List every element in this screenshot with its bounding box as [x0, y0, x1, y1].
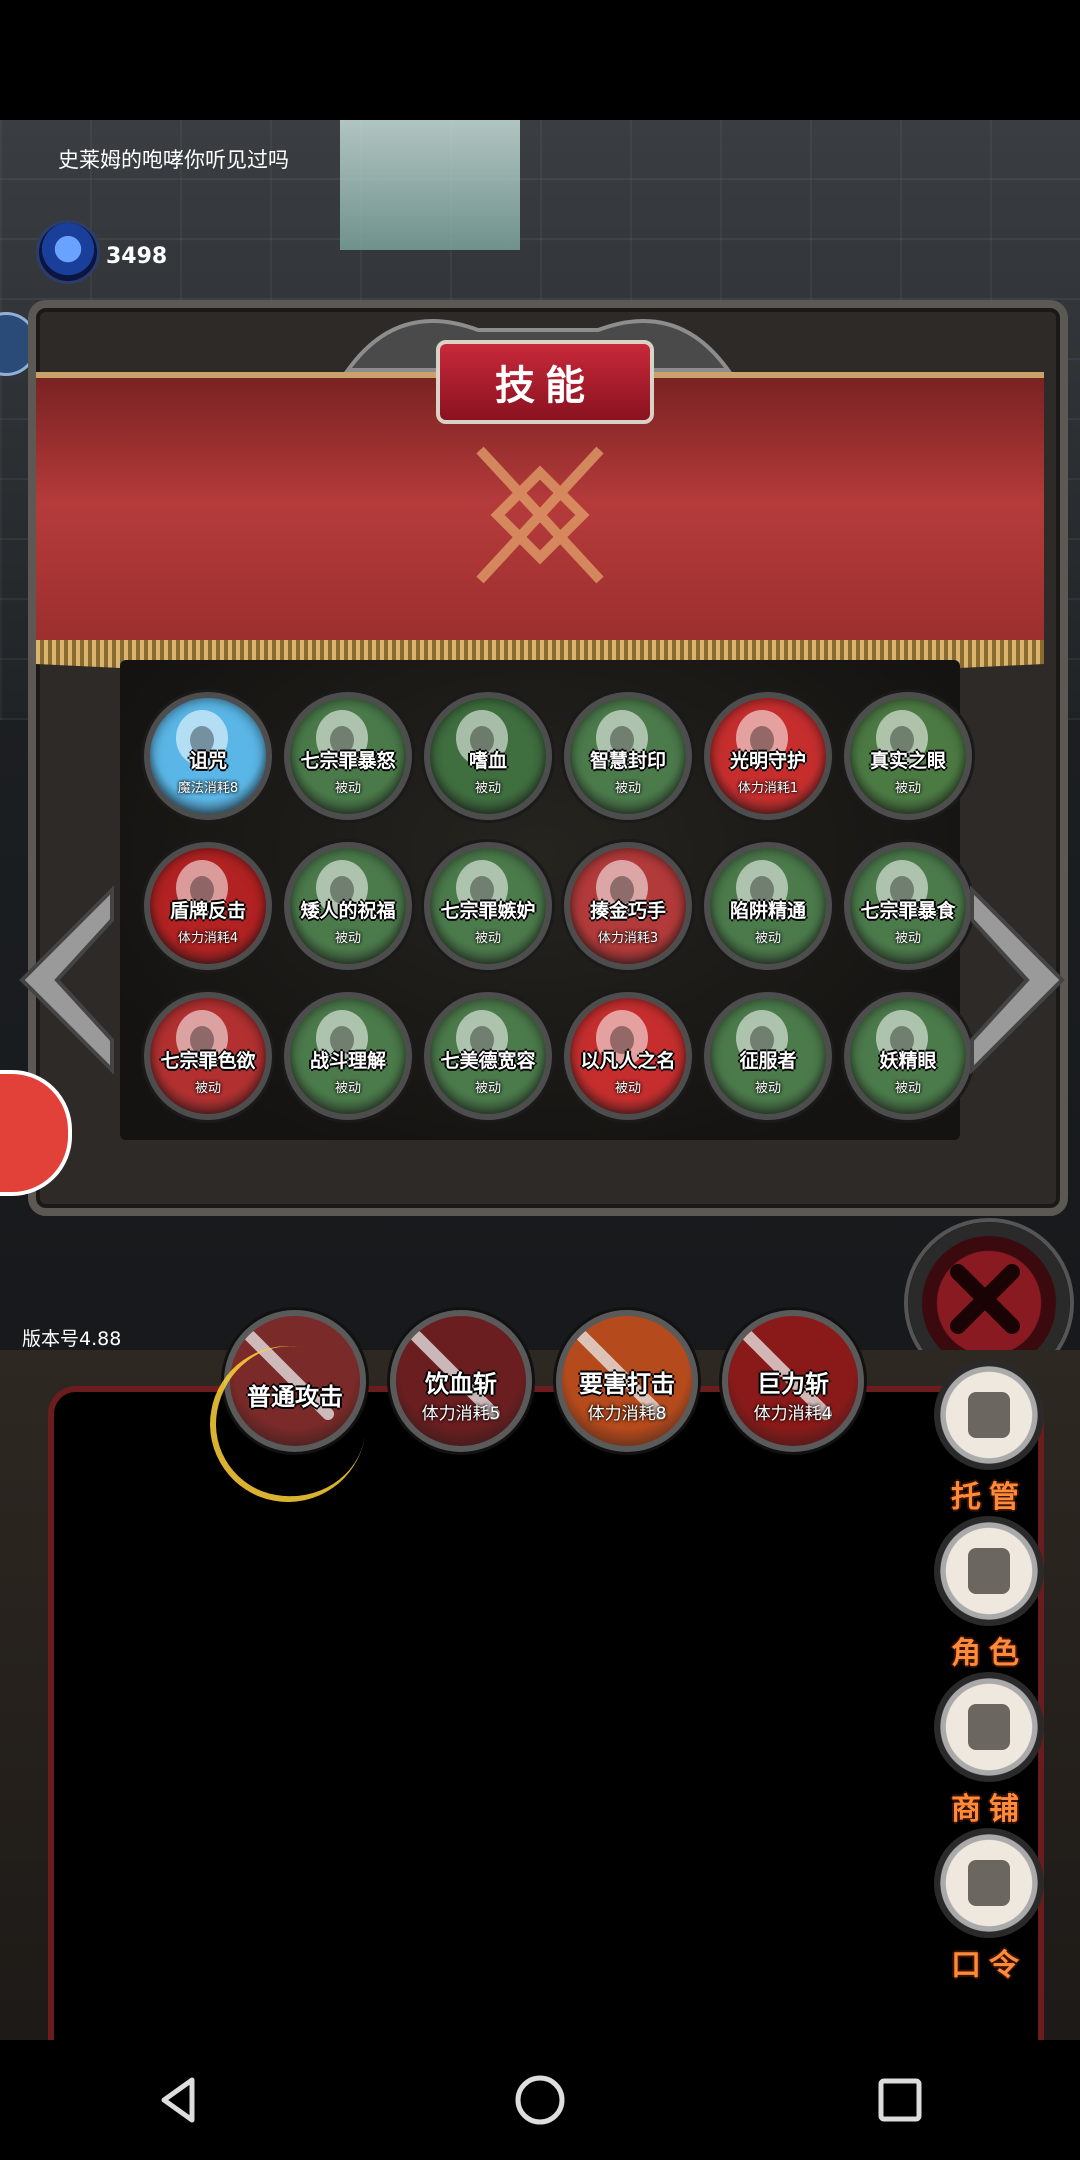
skill-flaming-hood[interactable]: 七宗罪暴怒 被动 — [284, 692, 412, 820]
back-icon[interactable] — [150, 2070, 210, 2130]
skill-horned-helmet[interactable]: 矮人的祝福 被动 — [284, 842, 412, 970]
prev-page-arrow-icon[interactable] — [12, 880, 122, 1080]
action-skill-name: 巨力斩 — [757, 1370, 829, 1398]
castle-window — [340, 120, 520, 250]
skill-cost: 被动 — [474, 781, 501, 796]
skill-cost: 被动 — [754, 931, 781, 946]
menu-label[interactable]: 商铺 — [934, 1784, 1044, 1828]
skill-claw-hand[interactable]: 揍金巧手体力消耗3 — [564, 842, 692, 970]
skill-name: 智慧封印 — [589, 750, 666, 772]
next-page-arrow-icon[interactable] — [962, 880, 1072, 1080]
skill-swirl[interactable]: 七美德宽容 被动 — [424, 992, 552, 1120]
crossed-swords-emblem-icon — [476, 446, 604, 584]
skill-lion-head[interactable]: 征服者 被动 — [704, 992, 832, 1120]
skill-name: 征服者 — [739, 1050, 797, 1072]
menu-label[interactable]: 口令 — [934, 1940, 1044, 1984]
skill-name: 以凡人之名 — [580, 1050, 676, 1072]
scrolling-tip: 史莱姆的咆哮你听见过吗 — [58, 148, 289, 172]
shop-bag-icon[interactable] — [934, 1672, 1044, 1782]
skill-name: 光明守护 — [729, 750, 806, 772]
action-skill-cost: 体力消耗5 — [421, 1404, 501, 1424]
action-blood-slash[interactable]: 饮血斩体力消耗5 — [390, 1310, 532, 1452]
skill-name: 真实之眼 — [869, 750, 946, 772]
skill-name: 战斗理解 — [309, 1050, 386, 1072]
skill-hooded-figure[interactable]: 智慧封印 被动 — [564, 692, 692, 820]
action-skill-name: 要害打击 — [579, 1370, 675, 1398]
gem-icon — [36, 220, 100, 284]
skill-bear-trap[interactable]: 陷阱精通 被动 — [704, 842, 832, 970]
home-icon[interactable] — [510, 2070, 570, 2130]
skill-radiant-figure[interactable]: 以凡人之名 被动 — [564, 992, 692, 1120]
skill-cost: 被动 — [194, 1081, 221, 1096]
version-label: 版本号4.88 — [22, 1328, 122, 1350]
skill-white-mask[interactable]: 七宗罪嫉妒 被动 — [424, 842, 552, 970]
skill-name: 矮人的祝福 — [300, 900, 396, 922]
skill-name: 嗜血 — [468, 750, 507, 772]
skill-cost: 被动 — [614, 1081, 641, 1096]
dice-icon[interactable] — [934, 1360, 1044, 1470]
skill-name: 七宗罪暴怒 — [300, 750, 396, 772]
scroll-icon[interactable] — [934, 1828, 1044, 1938]
skill-cost: 被动 — [334, 781, 361, 796]
skill-shield[interactable]: 盾牌反击体力消耗4 — [144, 842, 272, 970]
skill-cost: 体力消耗4 — [177, 931, 239, 946]
skill-name: 诅咒 — [188, 750, 227, 772]
skill-cost: 魔法消耗8 — [177, 781, 239, 796]
skill-sun-shield[interactable]: 光明守护体力消耗1 — [704, 692, 832, 820]
skill-name: 盾牌反击 — [169, 900, 246, 922]
android-nav-bar — [0, 2040, 1080, 2160]
menu-label[interactable]: 角色 — [934, 1628, 1044, 1672]
menu-label[interactable]: 托管 — [934, 1472, 1044, 1516]
skill-jaw[interactable]: 七宗罪暴食 被动 — [844, 842, 972, 970]
game-area: 史莱姆的咆哮你听见过吗 3498 技能 诅咒 魔法消耗8 七宗罪暴怒 被动 嗜血 被动 智慧… — [0, 120, 1080, 2040]
skill-cost: 被动 — [334, 931, 361, 946]
skill-cost: 被动 — [334, 1081, 361, 1096]
skill-name: 七宗罪暴食 — [860, 900, 956, 922]
skill-name: 妖精眼 — [879, 1050, 937, 1072]
skill-sword-slash[interactable]: 战斗理解 被动 — [284, 992, 412, 1120]
skill-cost: 被动 — [754, 1081, 781, 1096]
panel-title: 技能 — [495, 363, 595, 409]
status-bar — [0, 0, 1080, 120]
skill-cost: 被动 — [474, 1081, 501, 1096]
skill-name: 七宗罪嫉妒 — [440, 900, 536, 922]
skill-name: 七宗罪色欲 — [160, 1050, 256, 1072]
skill-name: 陷阱精通 — [729, 900, 806, 922]
action-critical-hit[interactable]: 要害打击体力消耗8 — [556, 1310, 698, 1452]
hooded-character-icon[interactable] — [934, 1516, 1044, 1626]
action-skill-cost: 体力消耗8 — [587, 1404, 667, 1424]
action-power-slash[interactable]: 巨力斩体力消耗4 — [722, 1310, 864, 1452]
skill-cost: 被动 — [474, 931, 501, 946]
panel-title-plate: 技能 — [436, 340, 654, 424]
skill-cost: 被动 — [614, 781, 641, 796]
skill-cost: 被动 — [894, 1081, 921, 1096]
skill-name: 揍金巧手 — [589, 900, 666, 922]
battle-log-area — [48, 1386, 1044, 2040]
skill-cost: 体力消耗3 — [597, 931, 659, 946]
action-skill-name: 饮血斩 — [425, 1370, 497, 1398]
skill-cost: 被动 — [894, 931, 921, 946]
skill-fairy-eye[interactable]: 妖精眼 被动 — [844, 992, 972, 1120]
skill-fangs[interactable]: 嗜血 被动 — [424, 692, 552, 820]
skill-name: 七美德宽容 — [440, 1050, 536, 1072]
action-skill-cost: 体力消耗4 — [753, 1404, 833, 1424]
skill-cost: 体力消耗1 — [737, 781, 799, 796]
skill-eye-orb[interactable]: 真实之眼 被动 — [844, 692, 972, 820]
skill-chained-heart[interactable]: 七宗罪色欲 被动 — [144, 992, 272, 1120]
gem-count: 3498 — [106, 244, 168, 269]
skill-cost: 被动 — [894, 781, 921, 796]
recents-icon[interactable] — [870, 2070, 930, 2130]
skill-demon-face[interactable]: 诅咒魔法消耗8 — [144, 692, 272, 820]
